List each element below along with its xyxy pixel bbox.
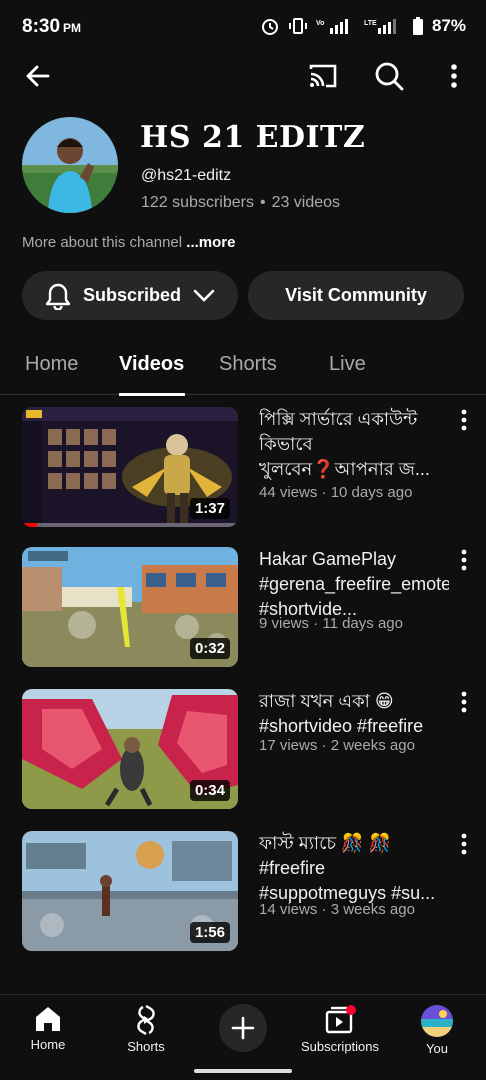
gesture-handle [194,1069,292,1073]
video-item[interactable]: 0:34 রাজা যখন একা 😁 #shortvideo #freefir… [0,689,486,809]
search-button[interactable] [369,56,409,96]
tab-videos[interactable]: Videos [119,353,184,376]
video-duration: 1:56 [189,922,230,943]
signal-icon: Vo [316,19,348,34]
about-channel-link[interactable]: More about this channel ...more [22,234,235,251]
subscriber-count: 122 subscribers [141,194,254,211]
battery-percent: 87% [431,16,466,35]
more-options-button[interactable] [434,56,474,96]
home-icon [36,1007,60,1031]
subscriptions-icon [325,1005,356,1034]
nav-home-label: Home [30,1037,66,1052]
video-item[interactable]: 0:32 Hakar GamePlay #gerena_freefire_emo… [0,547,486,667]
channel-stats: 122 subscribers • 23 videos [141,194,340,212]
search-icon [375,62,404,91]
avatar-image [22,117,118,213]
top-bar [0,56,486,96]
nav-you[interactable]: You [382,1005,486,1056]
watch-progress-bar [22,523,238,527]
video-more-icon[interactable] [456,833,472,855]
video-duration: 1:37 [189,498,230,519]
visit-community-label: Visit Community [285,285,427,305]
signal-2-icon: LTE [364,19,396,34]
nav-shorts-label: Shorts [127,1039,165,1054]
you-avatar-icon [421,1005,453,1037]
video-meta: 9 views · 11 days ago [259,615,403,632]
channel-tabs: Home Videos Shorts Live [0,345,486,396]
separator-dot: • [259,194,266,211]
svg-text:LTE: LTE [364,20,377,27]
subscribed-button[interactable]: Subscribed [22,271,238,320]
chevron-down-icon [193,289,215,302]
channel-avatar[interactable] [22,117,118,213]
video-meta: 14 views · 3 weeks ago [259,901,415,918]
create-button[interactable] [219,1004,267,1052]
video-item[interactable]: 1:56 ফাস্ট ম্যাচে 🎊 🎊#freefire #suppotme… [0,831,486,951]
nav-shorts[interactable]: Shorts [91,1005,201,1054]
watch-progress-fill [22,523,38,527]
video-title[interactable]: Hakar GamePlay #gerena_freefire_emote_da… [259,547,449,622]
active-tab-indicator [119,393,185,396]
about-label: More about this channel [22,234,183,251]
about-more: ...more [186,234,236,251]
svg-text:Vo: Vo [316,20,324,27]
video-thumbnail[interactable]: 1:37 [22,407,238,527]
video-thumbnail[interactable]: 0:32 [22,547,238,667]
video-meta: 17 views · 2 weeks ago [259,737,415,754]
subscribed-label: Subscribed [82,285,182,305]
video-more-icon[interactable] [456,691,472,713]
video-thumbnail[interactable]: 0:34 [22,689,238,809]
alarm-icon [261,19,278,35]
video-count: 23 videos [271,194,341,211]
status-time: 8:30 PM [22,16,82,37]
nav-subscriptions-label: Subscriptions [300,1039,380,1054]
back-button[interactable] [18,56,58,96]
vibrate-icon [288,18,307,34]
shorts-icon [137,1005,155,1035]
bell-icon [45,283,71,310]
cast-button[interactable] [303,56,343,96]
nav-subscriptions[interactable]: Subscriptions [285,1005,395,1054]
nav-you-label: You [426,1041,448,1056]
video-meta: 44 views · 10 days ago [259,484,413,501]
tab-live[interactable]: Live [329,353,366,376]
video-thumbnail[interactable]: 1:56 [22,831,238,951]
nav-home[interactable]: Home [0,1005,103,1052]
tab-shorts[interactable]: Shorts [219,353,277,376]
channel-handle: @hs21-editz [141,167,232,184]
tab-home[interactable]: Home [25,353,78,376]
video-duration: 0:34 [189,780,230,801]
more-vert-icon [451,64,457,88]
video-more-icon[interactable] [456,409,472,431]
bottom-navigation: Home Shorts Subscriptions You [0,994,486,1080]
video-title[interactable]: পিক্সি সার্ভারে একাউন্ট কিভাবে খুলবেন❓আপ… [259,407,449,482]
cast-icon [309,64,337,88]
video-duration: 0:32 [189,638,230,659]
video-title[interactable]: রাজা যখন একা 😁 #shortvideo #freefire [259,689,449,739]
video-item[interactable]: 1:37 পিক্সি সার্ভারে একাউন্ট কিভাবে খুলব… [0,407,486,527]
back-arrow-icon [26,65,50,87]
channel-name: HS 21 EDITZ [140,120,366,155]
status-icons: Vo LTE 87% [260,16,466,36]
video-title[interactable]: ফাস্ট ম্যাচে 🎊 🎊#freefire #suppotmeguys … [259,831,449,906]
video-more-icon[interactable] [456,549,472,571]
visit-community-button[interactable]: Visit Community [248,271,464,320]
battery-icon [412,17,423,35]
status-bar: 8:30 PM Vo LTE 87% [0,0,486,56]
plus-icon [231,1016,255,1040]
